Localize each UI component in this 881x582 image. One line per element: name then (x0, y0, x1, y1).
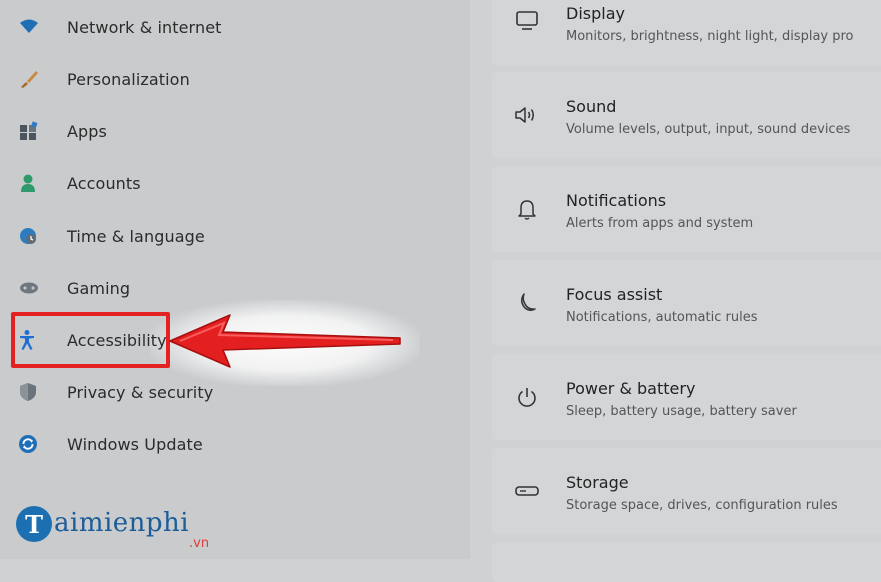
sidebar-item-network[interactable]: Network & internet (18, 9, 318, 45)
sidebar-item-label: Privacy & security (67, 382, 214, 402)
settings-card-notifications[interactable]: Notifications Alerts from apps and syste… (492, 166, 881, 252)
sidebar-item-label: Network & internet (67, 17, 222, 37)
card-subtitle: Sleep, battery usage, battery saver (566, 404, 797, 419)
watermark-tld: .vn (189, 536, 210, 551)
gamepad-icon (18, 277, 48, 299)
settings-card-storage[interactable]: Storage Storage space, drives, configura… (492, 448, 881, 534)
sidebar-item-label: Windows Update (67, 434, 203, 454)
sidebar-item-accounts[interactable]: Accounts (18, 165, 318, 201)
settings-card-power-battery[interactable]: Power & battery Sleep, battery usage, ba… (492, 354, 881, 440)
person-icon (18, 172, 48, 194)
watermark-logo: T aimienphi .vn (16, 498, 236, 556)
sidebar-item-windows-update[interactable]: Windows Update (18, 426, 318, 462)
moon-icon (510, 286, 544, 320)
update-icon (18, 433, 48, 455)
sidebar-item-apps[interactable]: Apps (18, 113, 318, 149)
card-title: Notifications (566, 191, 667, 210)
settings-card-display[interactable]: Display Monitors, brightness, night ligh… (492, 0, 881, 66)
settings-card-sound[interactable]: Sound Volume levels, output, input, soun… (492, 72, 881, 158)
card-subtitle: Monitors, brightness, night light, displ… (566, 29, 854, 44)
annotation-arrow-icon (169, 314, 401, 368)
speaker-icon (510, 98, 544, 132)
brush-icon (18, 68, 48, 90)
card-subtitle: Notifications, automatic rules (566, 310, 758, 325)
card-title: Power & battery (566, 379, 696, 398)
settings-card-next[interactable] (492, 542, 881, 582)
wifi-icon (18, 16, 48, 38)
sidebar-item-label: Time & language (67, 226, 205, 246)
bell-icon (510, 192, 544, 226)
sidebar-item-time-language[interactable]: Time & language (18, 218, 318, 254)
sidebar-item-privacy-security[interactable]: Privacy & security (18, 374, 318, 410)
sidebar-item-label: Gaming (67, 278, 131, 298)
settings-card-focus-assist[interactable]: Focus assist Notifications, automatic ru… (492, 260, 881, 346)
card-title: Sound (566, 97, 617, 116)
drive-icon (510, 474, 544, 508)
sidebar-item-personalization[interactable]: Personalization (18, 61, 318, 97)
watermark-mark: T (16, 506, 52, 542)
card-title: Focus assist (566, 285, 663, 304)
apps-icon (18, 120, 48, 142)
sidebar-item-label: Personalization (67, 69, 190, 89)
card-title: Storage (566, 473, 629, 492)
card-subtitle: Volume levels, output, input, sound devi… (566, 122, 851, 137)
settings-sidebar: Network & internet Personalization Apps … (0, 0, 470, 559)
card-subtitle: Storage space, drives, configuration rul… (566, 498, 838, 513)
shield-icon (18, 381, 48, 403)
card-title: Display (566, 4, 625, 23)
sidebar-item-label: Accounts (67, 173, 141, 193)
sidebar-item-label: Apps (67, 121, 107, 141)
watermark-brand: aimienphi (54, 508, 190, 538)
globe-clock-icon (18, 225, 48, 247)
annotation-highlight-box (11, 312, 170, 368)
power-icon (510, 380, 544, 414)
card-subtitle: Alerts from apps and system (566, 216, 754, 231)
monitor-icon (510, 4, 544, 38)
